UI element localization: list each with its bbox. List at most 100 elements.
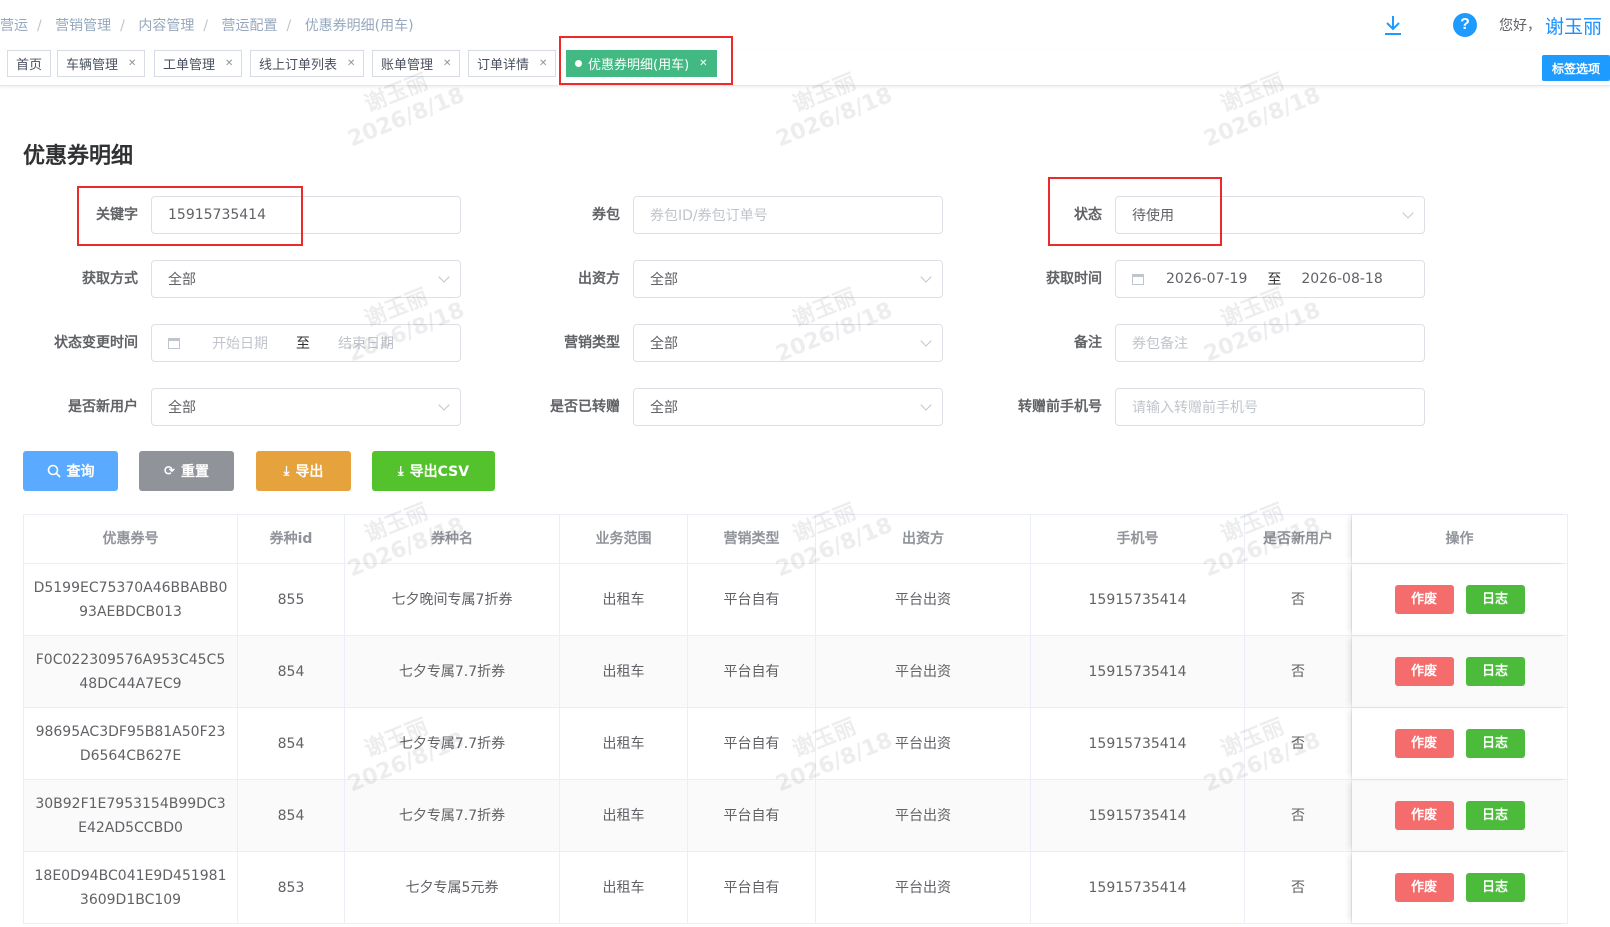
cell-new-user: 否 <box>1245 708 1352 779</box>
close-icon[interactable]: ✕ <box>128 58 136 69</box>
void-button[interactable]: 作废 <box>1394 657 1454 686</box>
status-change-time-range[interactable]: 开始日期 至 结束日期 <box>151 324 461 362</box>
acquire-method-select[interactable]: 全部 <box>151 260 461 298</box>
export-button[interactable]: ⤓ 导出 <box>256 451 351 491</box>
package-label: 券包 <box>592 207 620 223</box>
cell-phone: 15915735414 <box>1031 564 1245 635</box>
package-input[interactable]: 券包ID/券包订单号 <box>633 196 943 234</box>
close-icon[interactable]: ✕ <box>225 58 233 69</box>
close-icon[interactable]: ✕ <box>539 58 547 69</box>
range-separator: 至 <box>1267 272 1282 288</box>
chevron-down-icon <box>438 399 450 411</box>
is-transferred-select[interactable]: 全部 <box>633 388 943 426</box>
void-button[interactable]: 作废 <box>1394 729 1454 758</box>
cell-type-id: 853 <box>238 852 345 923</box>
cell-coupon-no: 30B92F1E7953154B99DC3 E42AD5CCBD0 <box>24 780 238 851</box>
chevron-down-icon <box>1402 207 1414 219</box>
log-button[interactable]: 日志 <box>1465 729 1525 758</box>
table-row: 30B92F1E7953154B99DC3 E42AD5CCBD0 854 七夕… <box>24 780 1568 852</box>
cell-phone: 15915735414 <box>1031 852 1245 923</box>
top-bar: 营运 / 营销管理 / 内容管理 / 营运配置 / 优惠券明细(用车) ? 您好， 谢玉… <box>0 0 1610 50</box>
tag-home[interactable]: 首页 <box>7 50 52 77</box>
acquire-method-label: 获取方式 <box>82 271 138 287</box>
void-button[interactable]: 作废 <box>1394 801 1454 830</box>
start-date-placeholder[interactable]: 开始日期 <box>212 333 268 353</box>
cell-type-name: 七夕专属7.7折券 <box>345 780 560 851</box>
cell-scope: 出租车 <box>560 852 688 923</box>
query-button[interactable]: 查询 <box>23 451 118 491</box>
void-button[interactable]: 作废 <box>1394 585 1454 614</box>
is-new-user-value: 全部 <box>168 400 196 416</box>
cell-new-user: 否 <box>1245 780 1352 851</box>
reset-button[interactable]: ⟳ 重置 <box>139 451 234 491</box>
acquire-time-range[interactable]: 2026-07-19 至 2026-08-18 <box>1115 260 1425 298</box>
highlight-box <box>77 186 303 246</box>
download-icon[interactable] <box>1381 13 1405 37</box>
log-button[interactable]: 日志 <box>1465 873 1525 902</box>
cell-actions: 作废 日志 <box>1352 708 1568 779</box>
header-coupon-no: 优惠券号 <box>24 515 238 563</box>
marketing-type-select[interactable]: 全部 <box>633 324 943 362</box>
cell-funder: 平台出资 <box>816 564 1031 635</box>
export-label: 导出 <box>295 464 324 480</box>
cell-phone: 15915735414 <box>1031 708 1245 779</box>
log-button[interactable]: 日志 <box>1465 801 1525 830</box>
breadcrumb-item[interactable]: 营运配置 <box>222 18 278 34</box>
tags-view: 首页 车辆管理 ✕ 工单管理 ✕ 线上订单列表 ✕ 账单管理 ✕ 订单详情 ✕ 优惠券明细… <box>0 50 1610 86</box>
tag-bills[interactable]: 账单管理 ✕ <box>372 50 461 77</box>
tag-options-button[interactable]: 标签选项 <box>1542 55 1610 81</box>
acquire-time-label: 获取时间 <box>1046 271 1102 287</box>
cell-type-name: 七夕专属7.7折券 <box>345 636 560 707</box>
cell-actions: 作废 日志 <box>1352 780 1568 851</box>
help-icon[interactable]: ? <box>1452 13 1477 37</box>
cell-scope: 出租车 <box>560 564 688 635</box>
table-row: D5199EC75370A46BBABB0 93AEBDCB013 855 七夕… <box>24 564 1568 636</box>
header-phone: 手机号 <box>1031 515 1245 563</box>
cell-new-user: 否 <box>1245 564 1352 635</box>
reset-label: 重置 <box>180 464 209 480</box>
end-date-placeholder[interactable]: 结束日期 <box>338 333 394 353</box>
calendar-icon <box>1132 273 1144 285</box>
range-separator: 至 <box>296 336 310 352</box>
is-transferred-value: 全部 <box>650 400 678 416</box>
breadcrumb-item[interactable]: 内容管理 <box>138 18 194 34</box>
pre-transfer-phone-input[interactable]: 请输入转赠前手机号 <box>1115 388 1425 426</box>
refresh-icon: ⟳ <box>164 463 175 479</box>
log-button[interactable]: 日志 <box>1465 657 1525 686</box>
tag-order-detail[interactable]: 订单详情 ✕ <box>468 50 557 77</box>
breadcrumb-item[interactable]: 营运 <box>0 18 28 34</box>
breadcrumb-item-current: 优惠券明细(用车) <box>304 18 414 34</box>
tag-label: 车辆管理 <box>66 58 119 73</box>
cell-scope: 出租车 <box>560 636 688 707</box>
funder-value: 全部 <box>650 272 678 288</box>
remark-input[interactable]: 券包备注 <box>1115 324 1425 362</box>
user-name[interactable]: 谢玉丽 <box>1545 12 1602 39</box>
is-new-user-select[interactable]: 全部 <box>151 388 461 426</box>
cell-funder: 平台出资 <box>816 708 1031 779</box>
tag-label: 首页 <box>16 58 43 73</box>
cell-marketing-type: 平台自有 <box>688 708 816 779</box>
export-csv-button[interactable]: ⤓ 导出CSV <box>372 451 495 491</box>
acquire-time-end[interactable]: 2026-08-18 <box>1301 271 1382 287</box>
status-change-time-label: 状态变更时间 <box>54 335 138 351</box>
acquire-time-start[interactable]: 2026-07-19 <box>1166 271 1247 287</box>
tag-online-orders[interactable]: 线上订单列表 ✕ <box>250 50 365 77</box>
search-icon <box>47 464 61 478</box>
void-button[interactable]: 作废 <box>1394 873 1454 902</box>
header-type-id: 券种id <box>238 515 345 563</box>
remark-placeholder: 券包备注 <box>1132 336 1188 352</box>
close-icon[interactable]: ✕ <box>443 58 451 69</box>
funder-select[interactable]: 全部 <box>633 260 943 298</box>
breadcrumb-item[interactable]: 营销管理 <box>55 18 111 34</box>
close-icon[interactable]: ✕ <box>347 58 355 69</box>
highlight-box <box>559 36 733 85</box>
log-button[interactable]: 日志 <box>1465 585 1525 614</box>
table-body: D5199EC75370A46BBABB0 93AEBDCB013 855 七夕… <box>24 564 1568 924</box>
coupon-table: 优惠券号 券种id 券种名 业务范围 营销类型 出资方 手机号 是否新用户 操作… <box>23 514 1568 924</box>
cell-actions: 作废 日志 <box>1352 636 1568 707</box>
tag-vehicle[interactable]: 车辆管理 ✕ <box>57 50 146 77</box>
header-actions: 操作 <box>1352 515 1568 563</box>
header-type-name: 券种名 <box>345 515 560 563</box>
cell-marketing-type: 平台自有 <box>688 636 816 707</box>
tag-work-order[interactable]: 工单管理 ✕ <box>154 50 243 77</box>
